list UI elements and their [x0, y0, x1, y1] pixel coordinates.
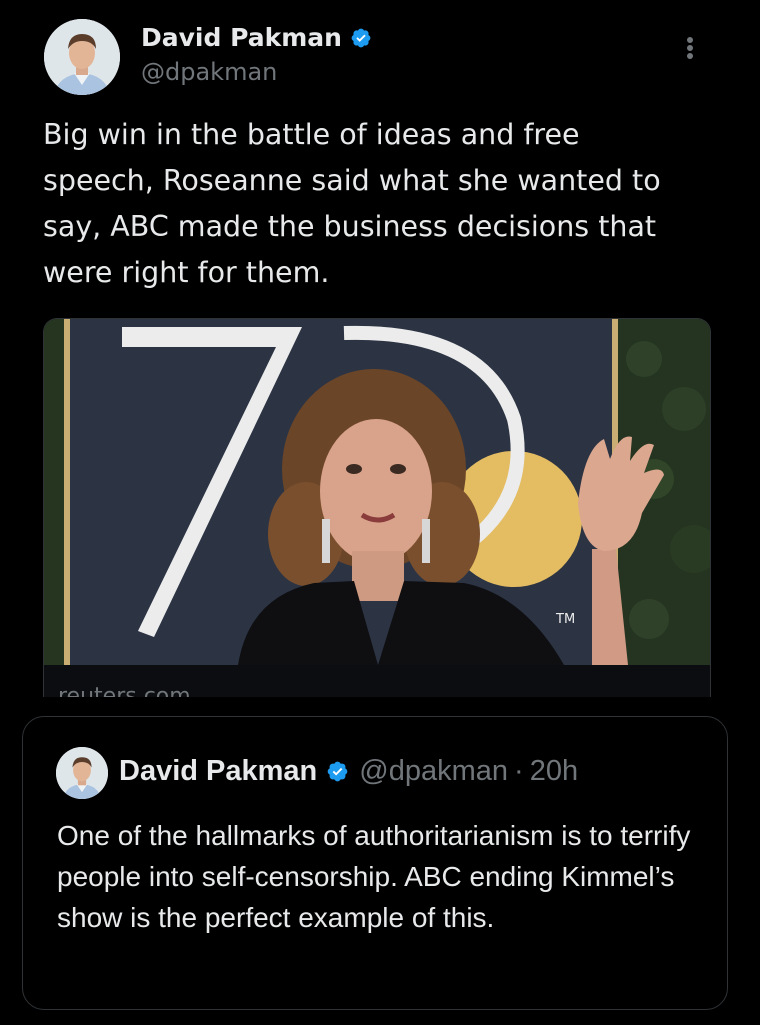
more-options-button[interactable]	[676, 30, 704, 70]
photo-image[interactable]: TM	[44, 319, 710, 665]
author-display-name[interactable]: David Pakman	[141, 23, 372, 52]
verified-badge-icon	[351, 28, 371, 47]
quoted-tweet-card[interactable]: David Pakman @dpakman · 20h One of the h…	[22, 716, 728, 1010]
tweet-text: Big win in the battle of ideas and free …	[43, 118, 661, 289]
header-separator: ·	[514, 755, 524, 787]
more-vertical-icon	[687, 37, 693, 59]
author-avatar[interactable]	[44, 19, 120, 95]
media-card[interactable]: TM reuters.com	[43, 318, 711, 697]
media-source-domain[interactable]: reuters.com	[58, 684, 191, 697]
quoted-tweet-timestamp[interactable]: 20h	[530, 755, 578, 788]
svg-text:TM: TM	[555, 612, 575, 627]
quoted-author-avatar[interactable]	[56, 747, 108, 799]
quoted-tweet-text: One of the hallmarks of authoritarianism…	[57, 820, 691, 933]
avatar-photo	[56, 747, 108, 799]
verified-badge-icon	[327, 761, 348, 782]
avatar-photo	[44, 19, 120, 95]
quoted-author-handle[interactable]: @dpakman	[359, 755, 508, 788]
author-name-text: David Pakman	[141, 23, 342, 52]
quoted-author-name[interactable]: David Pakman	[119, 755, 317, 788]
quoted-tweet-header: David Pakman @dpakman · 20h	[119, 755, 578, 788]
author-handle[interactable]: @dpakman	[141, 58, 277, 86]
